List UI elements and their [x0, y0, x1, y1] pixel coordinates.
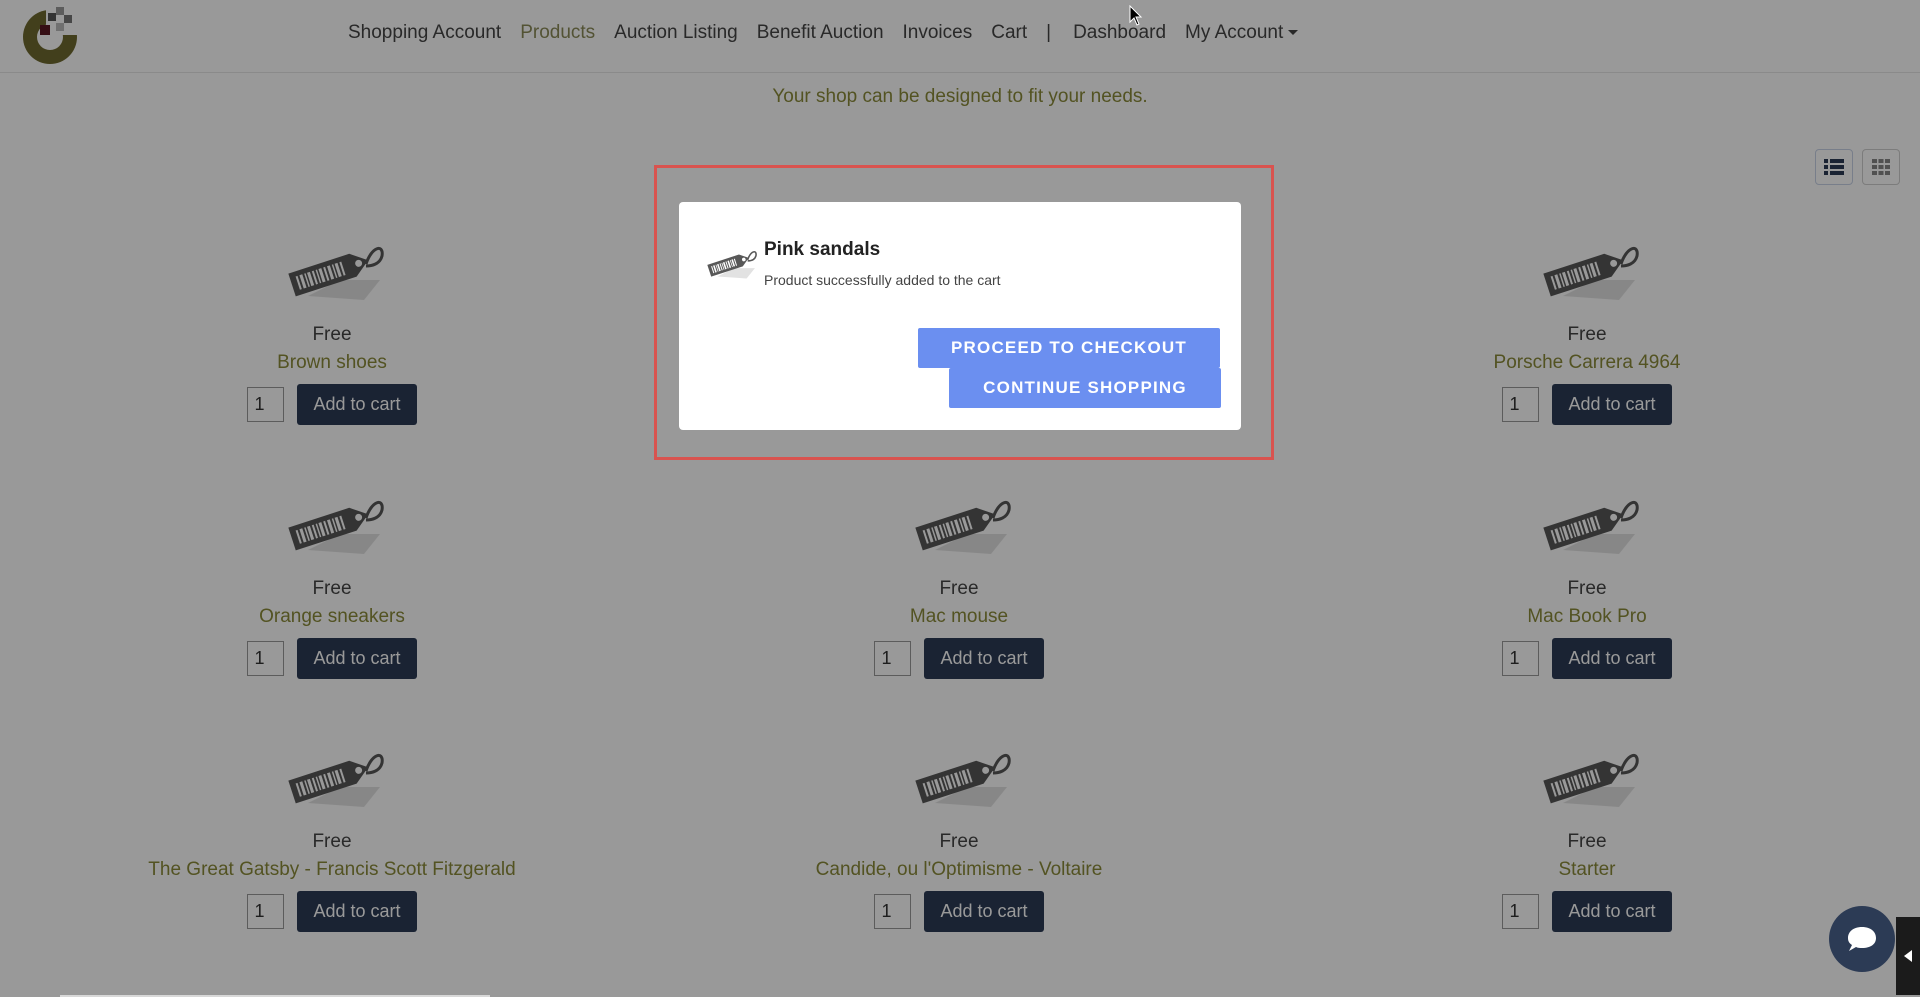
chevron-left-icon: [1904, 950, 1912, 962]
side-panel-toggle[interactable]: [1896, 917, 1920, 995]
modal-message: Product successfully added to the cart: [764, 272, 1001, 288]
cart-confirmation-modal: Pink sandals Product successfully added …: [679, 202, 1241, 430]
modal-backdrop[interactable]: [0, 0, 1920, 997]
chat-bubble-icon: [1848, 927, 1876, 951]
chat-button[interactable]: [1829, 906, 1895, 972]
modal-product-title: Pink sandals: [764, 239, 881, 260]
continue-shopping-button[interactable]: CONTINUE SHOPPING: [949, 368, 1221, 408]
proceed-to-checkout-button[interactable]: PROCEED TO CHECKOUT: [918, 328, 1220, 368]
mouse-cursor-icon: [1129, 5, 1143, 26]
price-tag-icon: [706, 250, 757, 280]
